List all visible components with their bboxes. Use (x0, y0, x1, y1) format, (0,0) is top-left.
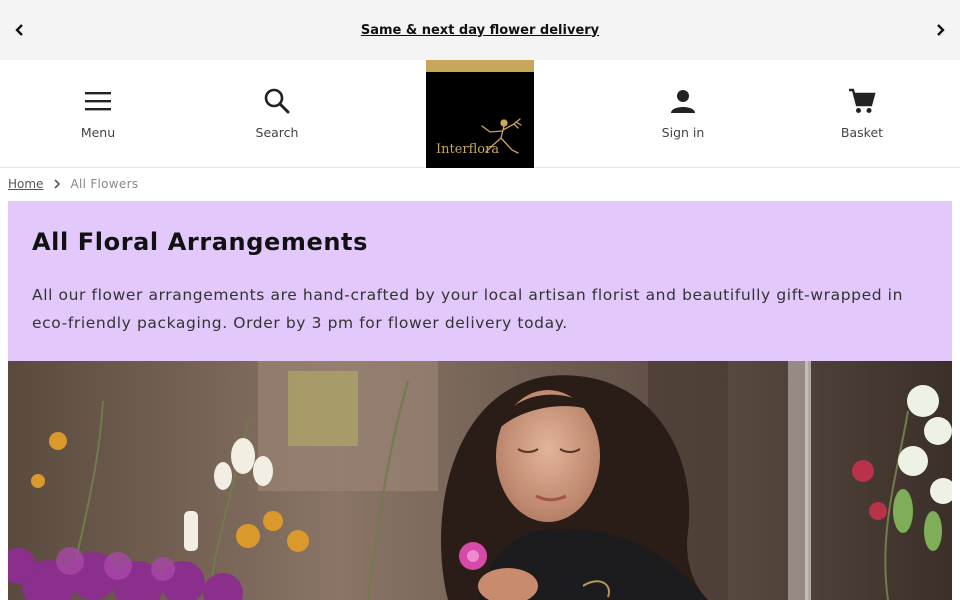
sign-in-button[interactable]: Sign in (623, 60, 743, 168)
interflora-logo[interactable]: Interflora (426, 60, 534, 168)
cart-icon (847, 86, 877, 116)
logo-wordmark: Interflora (436, 142, 500, 157)
category-description: All our flower arrangements are hand-cra… (32, 286, 904, 332)
promo-prev-button[interactable] (10, 20, 30, 40)
hamburger-menu-icon (83, 86, 113, 116)
breadcrumb-home-link[interactable]: Home (8, 177, 43, 191)
breadcrumb: Home All Flowers (8, 176, 138, 192)
basket-label: Basket (840, 125, 884, 140)
sign-in-label: Sign in (661, 125, 705, 140)
chevron-right-icon (53, 179, 61, 189)
menu-button[interactable]: Menu (38, 60, 158, 168)
user-icon (668, 86, 698, 116)
breadcrumb-current: All Flowers (70, 177, 139, 191)
chevron-right-icon (937, 24, 945, 36)
search-icon (262, 86, 292, 116)
promo-next-button[interactable] (930, 20, 950, 40)
search-label: Search (255, 125, 299, 140)
page-title: All Floral Arrangements (32, 228, 369, 256)
promo-link[interactable]: Same & next day flower delivery (361, 23, 599, 38)
category-intro-panel: All Floral Arrangements All our flower a… (8, 201, 952, 361)
menu-label: Menu (80, 125, 116, 140)
florist-arranging-flowers-photo (8, 361, 952, 600)
search-button[interactable]: Search (217, 60, 337, 168)
promo-bar: Same & next day flower delivery (0, 0, 960, 60)
logo-accent-bar (426, 60, 534, 72)
basket-button[interactable]: Basket (802, 60, 922, 168)
chevron-left-icon (15, 24, 23, 36)
